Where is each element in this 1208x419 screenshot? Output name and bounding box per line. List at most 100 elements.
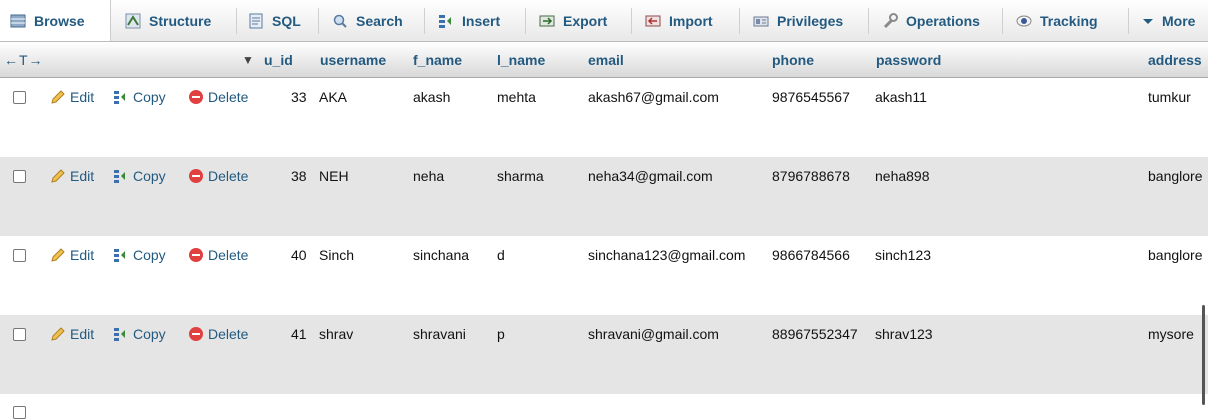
tab-label: More (1162, 12, 1196, 29)
pencil-icon (50, 168, 66, 184)
cell-email: sinchana123@gmail.com (588, 247, 746, 263)
sort-arrow-icon[interactable]: ▼ (242, 42, 254, 78)
cell-username: shrav (319, 326, 354, 342)
tab-insert[interactable]: Insert (428, 0, 524, 41)
row-checkbox[interactable] (13, 170, 26, 183)
tab-label: Insert (462, 12, 501, 29)
tab-label: Browse (34, 12, 85, 29)
wrench-icon (882, 12, 898, 29)
column-header-address[interactable]: address (1148, 42, 1208, 78)
row-checkbox[interactable] (13, 328, 26, 341)
table-row: Edit Copy Delete 40 Sinch sinchana d sin… (0, 236, 1208, 315)
tab-more[interactable]: More (1132, 0, 1208, 41)
cell-address: banglore (1148, 247, 1203, 263)
tab-browse[interactable]: Browse (0, 0, 111, 41)
cell-username: AKA (319, 89, 348, 105)
tab-label: Export (563, 12, 608, 29)
cell-phone: 9866784566 (772, 247, 850, 263)
delete-icon (188, 168, 204, 184)
cell-password: sinch123 (875, 247, 932, 263)
tab-search[interactable]: Search (322, 0, 424, 41)
delete-button[interactable]: Delete (188, 89, 248, 105)
tab-label: Privileges (777, 12, 844, 29)
cell-password: shrav123 (875, 326, 933, 342)
tab-label: SQL (272, 12, 301, 29)
delete-icon (188, 326, 204, 342)
column-header-u_id[interactable]: u_id (264, 42, 293, 78)
pencil-icon (50, 326, 66, 342)
column-header-l_name[interactable]: l_name (497, 42, 545, 78)
cell-u_id: 33 (291, 89, 307, 105)
delete-button[interactable]: Delete (188, 168, 248, 184)
cell-phone: 9876545567 (772, 89, 850, 105)
cell-username: Sinch (319, 247, 355, 263)
cell-password: akash11 (875, 89, 927, 105)
copy-button[interactable]: Copy (113, 168, 166, 184)
search-icon (332, 13, 348, 29)
column-header-username[interactable]: username (320, 42, 386, 78)
table-row-partial (0, 394, 1208, 419)
row-checkbox[interactable] (13, 406, 26, 419)
copy-button[interactable]: Copy (113, 89, 166, 105)
cell-address: banglore (1148, 168, 1203, 184)
table-row: Edit Copy Delete 38 NEH neha sharma neha… (0, 157, 1208, 236)
tab-label: Import (669, 12, 713, 29)
delete-icon (188, 89, 204, 105)
cell-u_id: 40 (291, 247, 307, 263)
row-checkbox[interactable] (13, 249, 26, 262)
tab-label: Structure (149, 12, 212, 29)
tab-operations[interactable]: Operations (872, 0, 1002, 41)
delete-button[interactable]: Delete (188, 247, 248, 263)
cell-u_id: 41 (291, 326, 307, 342)
import-icon (645, 13, 661, 29)
cell-address: tumkur (1148, 89, 1191, 105)
table-row: Edit Copy Delete 41 shrav shravani p shr… (0, 315, 1208, 394)
edit-button[interactable]: Edit (50, 168, 94, 184)
column-resize-arrows[interactable]: ←T→ (4, 42, 44, 78)
pencil-icon (50, 89, 66, 105)
structure-icon (125, 13, 141, 29)
sql-icon (248, 13, 264, 29)
edit-button[interactable]: Edit (50, 326, 94, 342)
vertical-scrollbar[interactable] (1202, 305, 1205, 405)
cell-f_name: shravani (413, 326, 466, 342)
tab-label: Tracking (1040, 12, 1098, 29)
column-header-phone[interactable]: phone (772, 42, 814, 78)
cell-u_id: 38 (291, 168, 307, 184)
tab-structure[interactable]: Structure (115, 0, 235, 41)
tab-sql[interactable]: SQL (238, 0, 318, 41)
delete-button[interactable]: Delete (188, 326, 248, 342)
column-header-f_name[interactable]: f_name (413, 42, 462, 78)
tab-label: Operations (906, 12, 980, 29)
tab-label: Search (356, 12, 403, 29)
cell-l_name: d (497, 247, 505, 263)
cell-phone: 8796788678 (772, 168, 850, 184)
cell-email: shravani@gmail.com (588, 326, 719, 342)
tab-tracking[interactable]: Tracking (1006, 0, 1128, 41)
copy-button[interactable]: Copy (113, 247, 166, 263)
edit-button[interactable]: Edit (50, 247, 94, 263)
tab-import[interactable]: Import (635, 0, 739, 41)
cell-email: neha34@gmail.com (588, 168, 713, 184)
triangle-down-icon (1142, 13, 1154, 29)
cell-username: NEH (319, 168, 349, 184)
edit-button[interactable]: Edit (50, 89, 94, 105)
tab-export[interactable]: Export (529, 0, 631, 41)
cell-password: neha898 (875, 168, 930, 184)
table-row: Edit Copy Delete 33 AKA akash mehta akas… (0, 78, 1208, 157)
copy-button[interactable]: Copy (113, 326, 166, 342)
eye-icon (1016, 13, 1032, 29)
copy-icon (113, 326, 129, 342)
row-checkbox[interactable] (13, 91, 26, 104)
cell-f_name: akash (413, 89, 451, 105)
column-header-password[interactable]: password (876, 42, 941, 78)
cell-phone: 88967552347 (772, 326, 858, 342)
tab-bar: Browse Structure SQL Search Insert Expor… (0, 0, 1208, 42)
copy-icon (113, 247, 129, 263)
copy-icon (113, 168, 129, 184)
tab-privileges[interactable]: Privileges (743, 0, 868, 41)
cell-l_name: sharma (497, 168, 544, 184)
privileges-icon (753, 13, 769, 29)
pencil-icon (50, 247, 66, 263)
column-header-email[interactable]: email (588, 42, 624, 78)
